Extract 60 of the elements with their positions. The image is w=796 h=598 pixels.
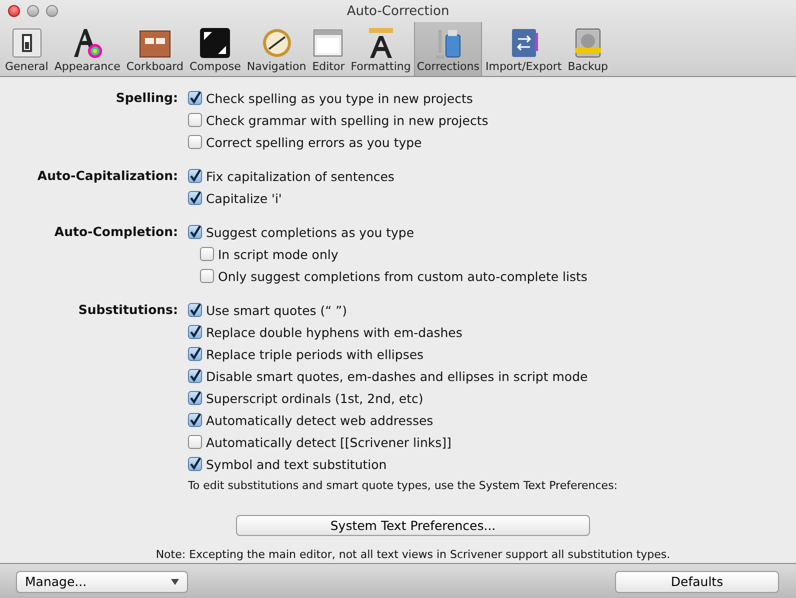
- checkbox[interactable]: [188, 413, 202, 427]
- checkbox[interactable]: [188, 135, 202, 149]
- toolbar-tab[interactable]: Corkboard: [123, 22, 186, 76]
- checkbox[interactable]: [188, 91, 202, 105]
- window-icon: [312, 27, 344, 59]
- checkbox-label[interactable]: Capitalize 'i': [206, 190, 282, 206]
- manage-popup[interactable]: Manage...: [16, 570, 188, 592]
- compass-icon: [260, 27, 293, 59]
- fullscreen-icon: [199, 27, 232, 59]
- checkbox[interactable]: [188, 391, 202, 405]
- section-label: Spelling:: [116, 90, 178, 105]
- zoom-button[interactable]: [46, 5, 58, 17]
- window-title: Auto-Correction: [346, 4, 450, 18]
- toolbar-tab[interactable]: General: [2, 22, 52, 76]
- minimize-button[interactable]: [27, 5, 39, 17]
- toolbar-tab[interactable]: Import/Export: [482, 22, 565, 76]
- checkbox[interactable]: [188, 113, 202, 127]
- caret-icon: [171, 578, 179, 584]
- checkbox[interactable]: [188, 303, 202, 317]
- checkbox-label[interactable]: Use smart quotes (“ ”): [206, 302, 347, 318]
- toolbar-tab[interactable]: Navigation: [244, 22, 310, 76]
- checkbox[interactable]: [188, 457, 202, 471]
- checkbox[interactable]: [188, 225, 202, 239]
- checkbox-label[interactable]: In script mode only: [218, 246, 338, 262]
- checkbox-label[interactable]: Superscript ordinals (1st, 2nd, etc): [206, 390, 424, 406]
- checkbox-label[interactable]: Disable smart quotes, em-dashes and ellipses in script mode: [206, 368, 588, 384]
- checkbox-label[interactable]: Check spelling as you type in new projects: [206, 90, 473, 106]
- defaults-button[interactable]: Defaults: [615, 570, 779, 592]
- checkbox[interactable]: [200, 247, 214, 261]
- toolbar-tab[interactable]: Backup: [564, 22, 612, 76]
- checkbox-label[interactable]: Automatically detect [[Scrivener links]]: [206, 434, 452, 450]
- toolbar-tab[interactable]: Formatting: [348, 22, 414, 76]
- checkbox[interactable]: [188, 169, 202, 183]
- checkbox-label[interactable]: Only suggest completions from custom auto-complete lists: [218, 268, 588, 284]
- toolbar-tab[interactable]: Appearance: [51, 22, 124, 76]
- note-text: Note: Excepting the main editor, not all text views in Scrivener support all substitution types.: [156, 548, 670, 561]
- checkbox-label[interactable]: Automatically detect web addresses: [206, 412, 434, 428]
- toolbar-tab[interactable]: Corrections: [414, 22, 482, 76]
- toolbar-tab[interactable]: Editor: [309, 22, 348, 76]
- checkbox[interactable]: [188, 435, 202, 449]
- close-button[interactable]: [8, 5, 20, 17]
- checkbox[interactable]: [188, 347, 202, 361]
- checkbox-label[interactable]: Replace triple periods with ellipses: [206, 346, 424, 362]
- checkbox[interactable]: [188, 325, 202, 339]
- checkbox-label[interactable]: Replace double hyphens with em-dashes: [206, 324, 462, 340]
- checkbox[interactable]: [188, 191, 202, 205]
- section-label: Substitutions:: [78, 302, 178, 317]
- system-text-preferences-button[interactable]: System Text Preferences...: [236, 515, 590, 536]
- checkbox-label[interactable]: Suggest completions as you type: [206, 224, 414, 240]
- checkbox[interactable]: [188, 369, 202, 383]
- section-label: Auto-Completion:: [54, 224, 178, 239]
- toolbar-tab[interactable]: Compose: [186, 22, 244, 76]
- hint-text: To edit substitutions and smart quote types, use the System Text Preferences:: [188, 478, 619, 494]
- checkbox[interactable]: [200, 269, 214, 283]
- checkbox-label[interactable]: Fix capitalization of sentences: [206, 168, 394, 184]
- switch-icon: [10, 27, 43, 59]
- checkbox-label[interactable]: Symbol and text substitution: [206, 456, 387, 472]
- checkbox-label[interactable]: Check grammar with spelling in new projects: [206, 112, 488, 128]
- checkbox-label[interactable]: Correct spelling errors as you type: [206, 134, 422, 150]
- section-label: Auto-Capitalization:: [37, 168, 178, 183]
